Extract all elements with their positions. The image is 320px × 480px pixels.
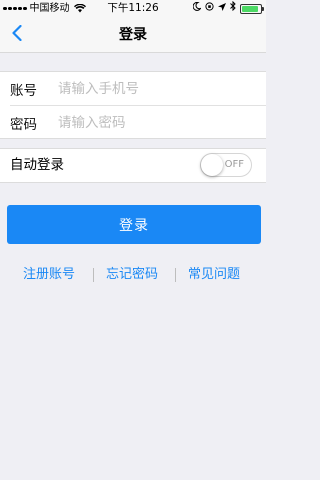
account-row: 账号: [0, 72, 266, 105]
battery-level-fill: [242, 5, 259, 12]
bluetooth-icon: [230, 0, 236, 17]
location-arrow-icon: [218, 0, 226, 17]
auto-login-toggle[interactable]: OFF: [200, 153, 252, 177]
phone-input[interactable]: [58, 76, 258, 101]
link-separator: [175, 268, 176, 282]
register-link[interactable]: 注册账号: [23, 265, 75, 285]
orientation-lock-icon: [205, 0, 214, 17]
faq-link[interactable]: 常见问题: [188, 265, 240, 285]
page-title: 登录: [119, 27, 147, 43]
login-form: 账号 密码: [0, 71, 266, 139]
forgot-password-link[interactable]: 忘记密码: [106, 265, 158, 285]
help-links: 注册账号 忘记密码 常见问题: [0, 265, 266, 285]
toggle-state-text: OFF: [224, 159, 244, 170]
auto-login-row: 自动登录 OFF: [0, 148, 266, 183]
account-label: 账号: [10, 82, 37, 99]
battery-icon: [240, 3, 264, 14]
navigation-bar: 登录: [0, 17, 266, 53]
password-row: 密码: [0, 106, 266, 139]
status-bar: 中国移动 下午11:26: [0, 0, 266, 17]
password-input[interactable]: [58, 110, 258, 135]
link-separator: [93, 268, 94, 282]
password-label: 密码: [10, 116, 37, 133]
auto-login-label: 自动登录: [10, 157, 64, 173]
login-button[interactable]: 登录: [7, 205, 261, 244]
status-bar-right: [192, 0, 264, 17]
toggle-knob: [201, 154, 223, 176]
moon-icon: [192, 0, 202, 17]
